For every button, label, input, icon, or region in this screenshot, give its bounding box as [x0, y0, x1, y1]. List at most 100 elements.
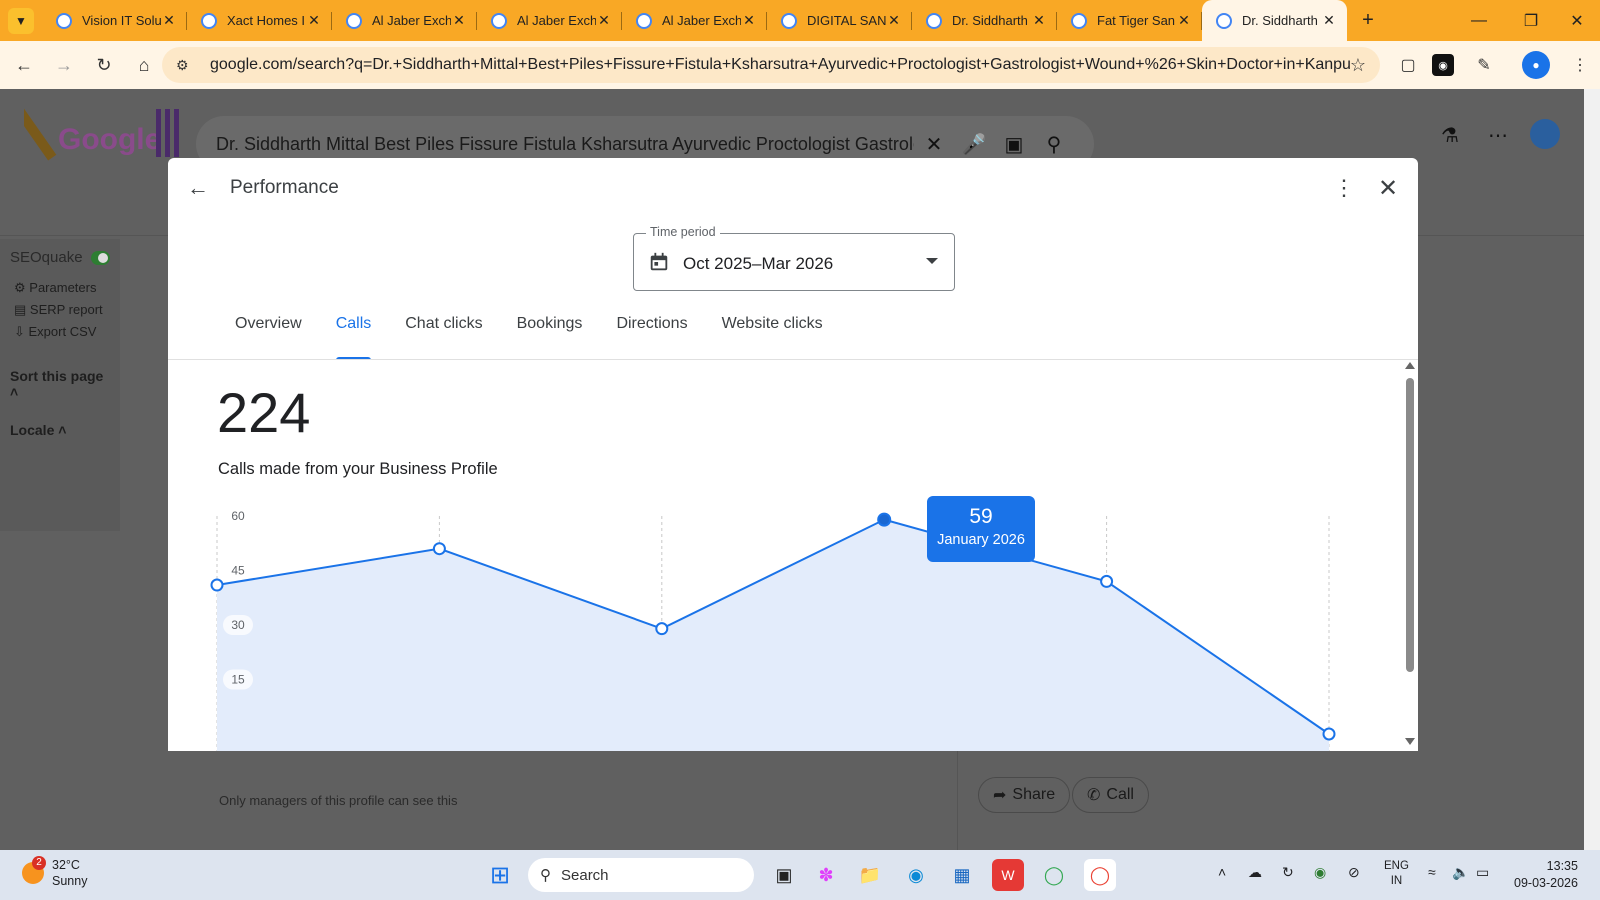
scroll-up-arrow[interactable]	[1405, 362, 1415, 369]
tab-close-icon[interactable]: ✕	[451, 12, 467, 29]
seoquake-toggle[interactable]	[90, 250, 110, 265]
extensions-puzzle-icon[interactable]: ✎	[1470, 51, 1498, 79]
home-icon[interactable]: ⌂	[126, 47, 162, 83]
edge-icon[interactable]: ◉	[900, 859, 932, 891]
tab-close-icon[interactable]: ✕	[1031, 12, 1047, 29]
tab-search-button[interactable]: ▼	[8, 7, 34, 34]
lens-icon[interactable]: ▣	[994, 132, 1034, 157]
new-tab-button[interactable]: +	[1353, 9, 1383, 32]
tab-chat-clicks[interactable]: Chat clicks	[388, 310, 499, 360]
tab-close-icon[interactable]: ✕	[1176, 12, 1192, 29]
time-period-select[interactable]: Time period Oct 2025–Mar 2026	[633, 225, 955, 291]
more-vert-icon[interactable]: ⋮	[1328, 172, 1360, 204]
locale-label: Locale	[10, 422, 55, 438]
seoquake-export-csv[interactable]: ⇩ Export CSV	[10, 324, 110, 340]
browser-tab[interactable]: Al Jaber Exch ✕	[477, 0, 622, 41]
search-icon[interactable]: ⚲	[1034, 132, 1074, 157]
sort-page-toggle[interactable]: Sort this page ˄	[10, 368, 110, 400]
tab-directions[interactable]: Directions	[599, 310, 704, 360]
extension-dark-icon[interactable]: ◉	[1432, 54, 1454, 76]
wps-office-icon[interactable]: W	[992, 859, 1024, 891]
sort-label: Sort this page	[10, 368, 104, 384]
weather-widget[interactable]: 2 32°C Sunny	[22, 856, 87, 889]
tooltip-value: 59	[969, 505, 993, 528]
scroll-thumb[interactable]	[1406, 378, 1414, 672]
file-explorer-icon[interactable]: 📁	[854, 859, 886, 891]
window-close-icon[interactable]: ✕	[1554, 0, 1600, 41]
sync-icon[interactable]: ↻	[1282, 864, 1294, 881]
browser-tab[interactable]: Al Jaber Exch ✕	[332, 0, 477, 41]
address-bar[interactable]: ⚙ google.com/search?q=Dr.+Siddharth+Mitt…	[162, 47, 1380, 83]
extension-icon[interactable]: ▢	[1394, 51, 1422, 79]
tray-chevron-icon[interactable]: ˄	[1218, 864, 1226, 880]
taskbar-search[interactable]: ⚲ Search	[528, 858, 754, 892]
battery-icon[interactable]: ▭	[1476, 864, 1489, 881]
share-icon: ➦	[993, 787, 1007, 804]
page-scrollbar[interactable]	[1584, 89, 1600, 850]
tab-website-clicks[interactable]: Website clicks	[705, 310, 840, 360]
forward-icon[interactable]: →	[46, 47, 82, 83]
chrome-profile-icon[interactable]: ◯	[1038, 859, 1070, 891]
clear-icon[interactable]: ✕	[914, 132, 954, 157]
tab-title: DIGITAL SAN	[807, 13, 886, 28]
tab-close-icon[interactable]: ✕	[161, 12, 177, 29]
seoquake-parameters[interactable]: ⚙ Parameters	[10, 280, 110, 296]
dialog-scrollbar[interactable]	[1402, 360, 1418, 751]
browser-tab[interactable]: Al Jaber Exch ✕	[622, 0, 767, 41]
share-button[interactable]: ➦ Share	[978, 777, 1071, 813]
onedrive-icon[interactable]: ☁	[1248, 864, 1262, 881]
windows-start-icon[interactable]: ⊞	[484, 859, 516, 891]
tray-app-icon[interactable]: ◉	[1314, 864, 1326, 881]
back-arrow-icon[interactable]: ←	[182, 172, 214, 204]
tab-close-icon[interactable]: ✕	[741, 12, 757, 29]
seoquake-serp-report[interactable]: ▤ SERP report	[10, 302, 110, 318]
tab-overview[interactable]: Overview	[218, 310, 319, 360]
network-off-icon[interactable]: ⊘	[1348, 864, 1360, 881]
tab-close-icon[interactable]: ✕	[596, 12, 612, 29]
store-icon[interactable]: ▦	[946, 859, 978, 891]
locale-toggle[interactable]: Locale ˄	[10, 422, 110, 438]
mic-icon[interactable]: 🎤	[954, 132, 994, 157]
browser-tab[interactable]: Dr. Siddharth ✕	[912, 0, 1057, 41]
browser-tab[interactable]: Dr. Siddharth ✕	[1202, 0, 1347, 41]
tab-close-icon[interactable]: ✕	[886, 12, 902, 29]
calls-subtitle: Calls made from your Business Profile	[218, 460, 498, 478]
bookmark-star-icon[interactable]: ☆	[1350, 55, 1366, 76]
call-button[interactable]: ✆ Call	[1072, 777, 1149, 813]
language-indicator[interactable]: ENG IN	[1384, 859, 1409, 889]
browser-menu-icon[interactable]: ⋮	[1566, 51, 1594, 79]
copilot-icon[interactable]: ✽	[810, 859, 842, 891]
tab-close-icon[interactable]: ✕	[1321, 12, 1337, 29]
volume-icon[interactable]: 🔈	[1452, 864, 1469, 881]
search-query[interactable]: Dr. Siddharth Mittal Best Piles Fissure …	[216, 134, 914, 155]
google-favicon-icon	[56, 12, 72, 29]
browser-tab[interactable]: DIGITAL SAN ✕	[767, 0, 912, 41]
back-icon[interactable]: ←	[6, 47, 42, 83]
tab-title: Al Jaber Exch	[662, 13, 741, 28]
tab-close-icon[interactable]: ✕	[306, 12, 322, 29]
apps-grid-icon[interactable]: ⋯	[1482, 119, 1514, 151]
google-doodle-logo[interactable]: Google	[24, 99, 184, 171]
profile-avatar[interactable]: ●	[1522, 51, 1550, 79]
restore-icon[interactable]: ❐	[1508, 0, 1554, 41]
account-avatar[interactable]	[1530, 119, 1560, 149]
browser-tab[interactable]: Fat Tiger San ✕	[1057, 0, 1202, 41]
close-icon[interactable]: ✕	[1372, 172, 1404, 204]
url-text[interactable]: google.com/search?q=Dr.+Siddharth+Mittal…	[210, 56, 1350, 74]
minimize-icon[interactable]: —	[1456, 0, 1502, 41]
tab-bookings[interactable]: Bookings	[500, 310, 600, 360]
tab-calls[interactable]: Calls	[319, 310, 389, 360]
scroll-down-arrow[interactable]	[1405, 738, 1415, 745]
seoquake-item-label: Parameters	[29, 280, 97, 295]
browser-tab[interactable]: Vision IT Solu ✕	[42, 0, 187, 41]
taskbar-search-label: Search	[561, 866, 609, 884]
browser-tab[interactable]: Xact Homes I ✕	[187, 0, 332, 41]
chrome-icon[interactable]: ◯	[1084, 859, 1116, 891]
task-view-icon[interactable]: ▣	[768, 859, 800, 891]
wifi-icon[interactable]: ≈	[1428, 864, 1436, 880]
reload-icon[interactable]: ↻	[86, 47, 122, 83]
system-clock[interactable]: 13:35 09-03-2026	[1514, 858, 1578, 892]
weather-temp: 32°C	[52, 858, 80, 872]
site-info-icon[interactable]: ⚙	[176, 57, 198, 74]
labs-flask-icon[interactable]: ⚗	[1434, 119, 1466, 151]
